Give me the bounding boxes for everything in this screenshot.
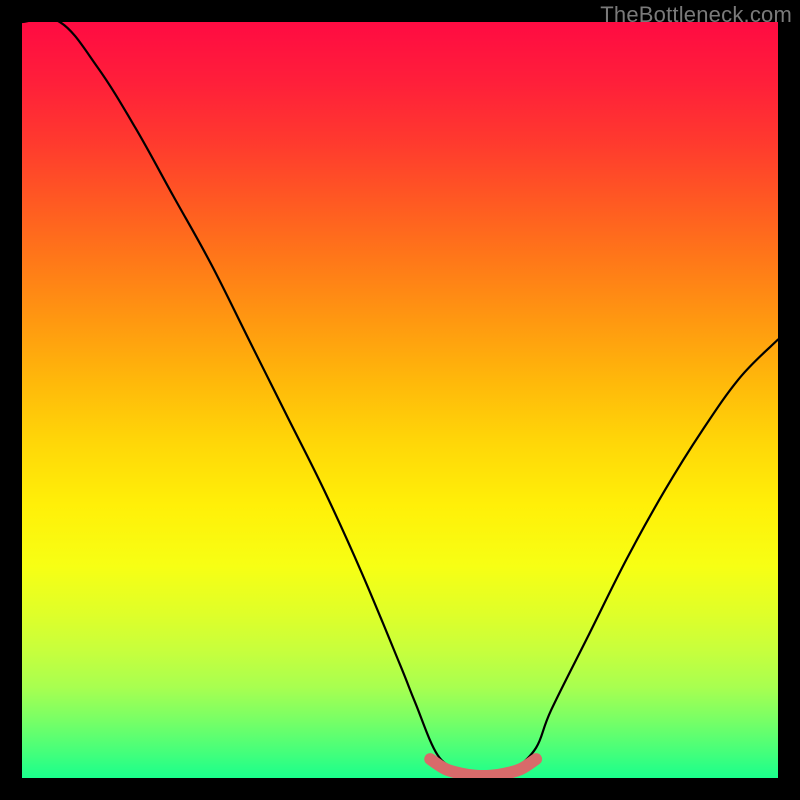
optimal-range-marker xyxy=(430,759,536,776)
bottleneck-curve xyxy=(22,22,778,778)
chart-frame: TheBottleneck.com xyxy=(0,0,800,800)
watermark-text: TheBottleneck.com xyxy=(600,2,792,28)
chart-plot-area xyxy=(22,22,778,778)
chart-svg xyxy=(22,22,778,778)
